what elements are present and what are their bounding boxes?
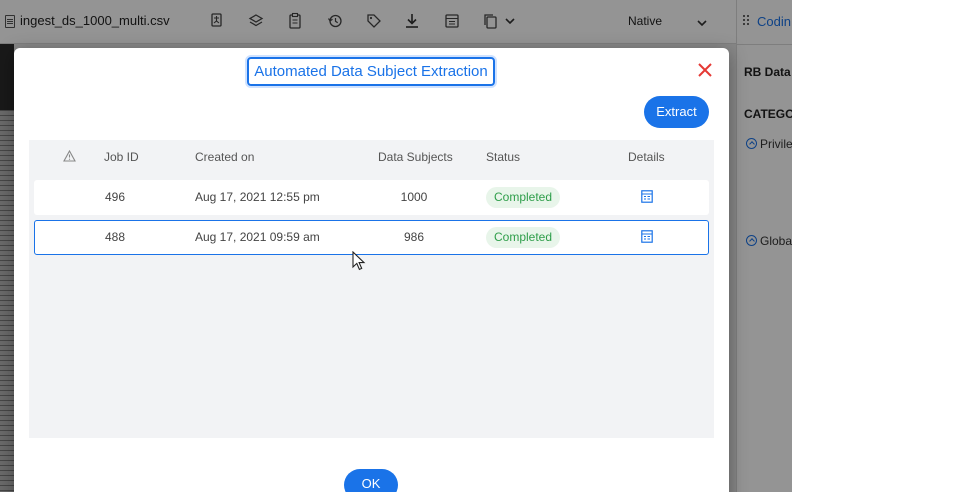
dialog-title: Automated Data Subject Extraction <box>247 57 495 86</box>
table-row[interactable]: 496 Aug 17, 2021 12:55 pm 1000 Completed <box>34 180 709 215</box>
extraction-dialog: Automated Data Subject Extraction Extrac… <box>14 48 729 492</box>
details-icon[interactable] <box>641 190 653 203</box>
table-row-selected[interactable]: 488 Aug 17, 2021 09:59 am 986 Completed <box>34 220 709 255</box>
column-header-status[interactable]: Status <box>486 150 520 164</box>
close-icon <box>698 63 712 77</box>
column-header-job-id[interactable]: Job ID <box>104 150 139 164</box>
status-badge: Completed <box>486 227 561 248</box>
jobs-table: Job ID Created on Data Subjects Status D… <box>29 140 714 438</box>
created-on-cell: Aug 17, 2021 12:55 pm <box>195 190 320 204</box>
column-header-data-subjects[interactable]: Data Subjects <box>378 150 453 164</box>
close-button[interactable] <box>696 61 714 79</box>
job-id-cell: 496 <box>105 190 126 204</box>
data-subjects-cell: 1000 <box>400 190 428 204</box>
status-badge: Completed <box>486 187 561 208</box>
ok-button[interactable]: OK <box>344 469 398 492</box>
mouse-cursor-icon <box>352 251 366 271</box>
column-header-created-on[interactable]: Created on <box>195 150 254 164</box>
column-header-details[interactable]: Details <box>628 150 665 164</box>
data-subjects-cell: 986 <box>403 230 425 244</box>
warning-icon <box>63 150 76 162</box>
extract-button[interactable]: Extract <box>644 96 709 128</box>
created-on-cell: Aug 17, 2021 09:59 am <box>195 230 320 244</box>
details-icon[interactable] <box>641 230 653 243</box>
job-id-cell: 488 <box>105 230 126 244</box>
